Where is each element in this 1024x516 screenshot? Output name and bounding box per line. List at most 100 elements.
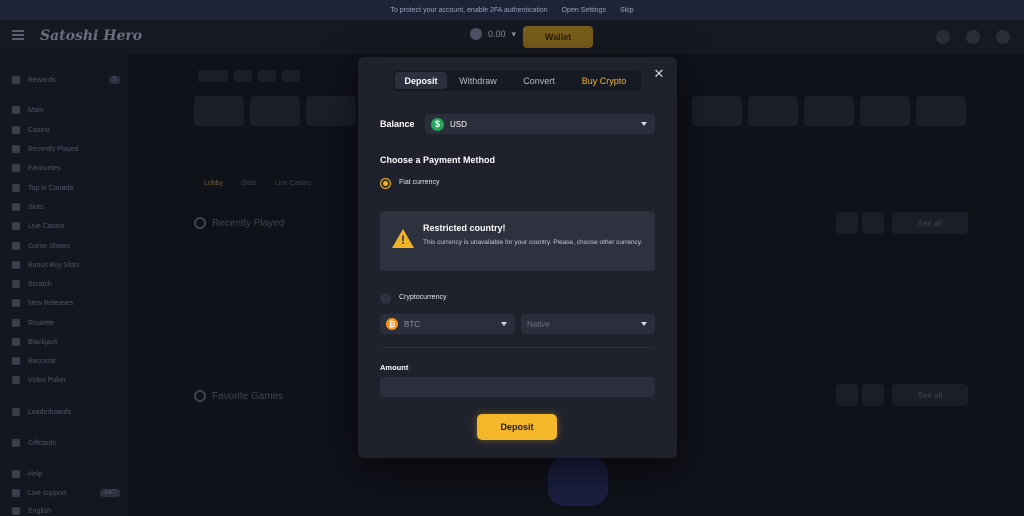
balance-currency-select[interactable]: $ USD: [425, 114, 655, 134]
wallet-tabs: Deposit Withdraw Convert Buy Crypto: [393, 70, 641, 91]
sidebar-item-label: Giftcards: [28, 439, 57, 447]
header-balance[interactable]: 0.00 ▾: [470, 28, 516, 40]
sidebar-item-badge: 0: [108, 76, 120, 84]
crypto-network-value: Native: [527, 319, 550, 329]
chip[interactable]: [258, 70, 276, 82]
tab-convert[interactable]: Convert: [509, 72, 569, 89]
crypto-network-select[interactable]: Native: [521, 314, 655, 334]
sidebar-item[interactable]: New Releases: [12, 299, 120, 307]
sidebar-item-label: Video Poker: [28, 376, 67, 384]
game-tile[interactable]: [692, 96, 742, 126]
prev-arrow-button[interactable]: [836, 212, 858, 234]
sidebar-item-label: Roulette: [28, 319, 55, 327]
favorite-games-heading: Favorite Games: [194, 390, 283, 402]
game-tile[interactable]: [194, 96, 244, 126]
sidebar-item-label: Live Casino: [28, 222, 65, 230]
fiat-radio[interactable]: [380, 178, 391, 189]
sidebar-item[interactable]: Baccarat: [12, 357, 120, 365]
see-all-favorites-button[interactable]: See all: [892, 384, 968, 406]
chevron-down-icon: ▾: [511, 28, 517, 39]
wallet-button[interactable]: Wallet: [523, 26, 593, 48]
chip[interactable]: [234, 70, 252, 82]
sidebar-item-icon: [12, 439, 20, 447]
search-icon[interactable]: [936, 30, 950, 44]
tab-buy-crypto[interactable]: Buy Crypto: [569, 72, 639, 89]
banner-open-settings-link[interactable]: Open Settings: [562, 7, 606, 14]
close-icon[interactable]: ✕: [652, 67, 666, 81]
fiat-label[interactable]: Fiat currency: [399, 179, 439, 186]
sidebar-item[interactable]: Favourites: [12, 164, 120, 172]
sidebar-item[interactable]: Recently Played: [12, 145, 120, 153]
crypto-coin-select[interactable]: ₿ BTC: [380, 314, 515, 334]
sidebar-item[interactable]: Leaderboards: [12, 408, 120, 416]
lobby-tabs: Lobby Slots Live Casino: [204, 180, 311, 187]
header-balance-value: 0.00: [488, 29, 506, 39]
sidebar-item[interactable]: Help: [12, 470, 120, 478]
sidebar-item-label: Main: [28, 106, 44, 114]
notifications-icon[interactable]: [966, 30, 980, 44]
sidebar-item[interactable]: Bonus Buy Slots: [12, 261, 120, 269]
game-tile[interactable]: [306, 96, 356, 126]
sidebar-item[interactable]: Live Casino: [12, 222, 120, 230]
game-tile[interactable]: [804, 96, 854, 126]
deposit-button[interactable]: Deposit: [477, 414, 557, 440]
tab-slots[interactable]: Slots: [241, 180, 257, 187]
sidebar-item-label: Live support: [28, 489, 67, 497]
sidebar-item-label: Recently Played: [28, 145, 79, 153]
next-arrow-button[interactable]: [862, 212, 884, 234]
top-bar: Satoshi Hero 0.00 ▾ Wallet: [0, 20, 1024, 54]
banner-text: To protect your account, enable 2FA auth…: [390, 6, 548, 14]
sidebar-item[interactable]: Video Poker: [12, 376, 120, 384]
site-logo[interactable]: Satoshi Hero: [40, 28, 142, 44]
sidebar-item-icon: [12, 222, 20, 230]
sidebar-item[interactable]: Game Shows: [12, 242, 120, 250]
see-all-recent-button[interactable]: See all: [892, 212, 968, 234]
sidebar-item-icon: [12, 242, 20, 250]
crypto-radio[interactable]: [380, 293, 391, 304]
next-arrow-button[interactable]: [862, 384, 884, 406]
sidebar-item-icon: [12, 261, 20, 269]
clock-icon: [194, 217, 206, 229]
sidebar-item[interactable]: Giftcards: [12, 439, 120, 447]
amount-input[interactable]: [380, 377, 655, 397]
sidebar-item[interactable]: Main: [12, 106, 120, 114]
sidebar-item[interactable]: Casino: [12, 126, 120, 134]
avatar[interactable]: [996, 30, 1010, 44]
tab-live-casino[interactable]: Live Casino: [275, 180, 312, 187]
sidebar-item-label: Leaderboards: [28, 408, 72, 416]
game-tile[interactable]: [250, 96, 300, 126]
live-chip[interactable]: [198, 70, 228, 82]
menu-icon[interactable]: [12, 30, 24, 40]
tab-lobby[interactable]: Lobby: [204, 180, 223, 187]
sidebar-item[interactable]: Roulette: [12, 319, 120, 327]
sidebar-item[interactable]: Live support 24/7: [12, 489, 120, 497]
sidebar-item-icon: [12, 280, 20, 288]
restricted-alert: ! Restricted country! This currency is u…: [380, 211, 655, 271]
sidebar-item-icon: [12, 106, 20, 114]
banner-skip-link[interactable]: Skip: [620, 7, 634, 14]
game-tile[interactable]: [748, 96, 798, 126]
game-tile[interactable]: [916, 96, 966, 126]
tab-deposit[interactable]: Deposit: [395, 72, 447, 89]
sidebar-item-label: Slots: [28, 203, 44, 211]
sidebar-item-icon: [12, 507, 20, 515]
sidebar-item-label: Baccarat: [28, 357, 56, 365]
sidebar-item[interactable]: Rewards 0: [12, 76, 120, 84]
sidebar-item[interactable]: Slots: [12, 203, 120, 211]
tab-withdraw[interactable]: Withdraw: [447, 72, 509, 89]
sidebar-item[interactable]: Top in Canada: [12, 184, 120, 192]
sidebar-item-label: Game Shows: [28, 242, 71, 250]
sidebar-item-icon: [12, 76, 20, 84]
chip[interactable]: [282, 70, 300, 82]
sidebar-item[interactable]: Scratch: [12, 280, 120, 288]
prev-arrow-button[interactable]: [836, 384, 858, 406]
sidebar-item-label: Rewards: [28, 76, 56, 84]
sidebar-item[interactable]: English: [12, 507, 120, 515]
crypto-label[interactable]: Cryptocurrency: [399, 294, 446, 301]
payment-method-title: Choose a Payment Method: [380, 155, 496, 165]
game-tile[interactable]: [860, 96, 910, 126]
bitcoin-icon: ₿: [386, 318, 398, 330]
sidebar-item[interactable]: Blackjack: [12, 338, 120, 346]
sidebar-item-icon: [12, 164, 20, 172]
sidebar-item-label: Blackjack: [28, 338, 58, 346]
